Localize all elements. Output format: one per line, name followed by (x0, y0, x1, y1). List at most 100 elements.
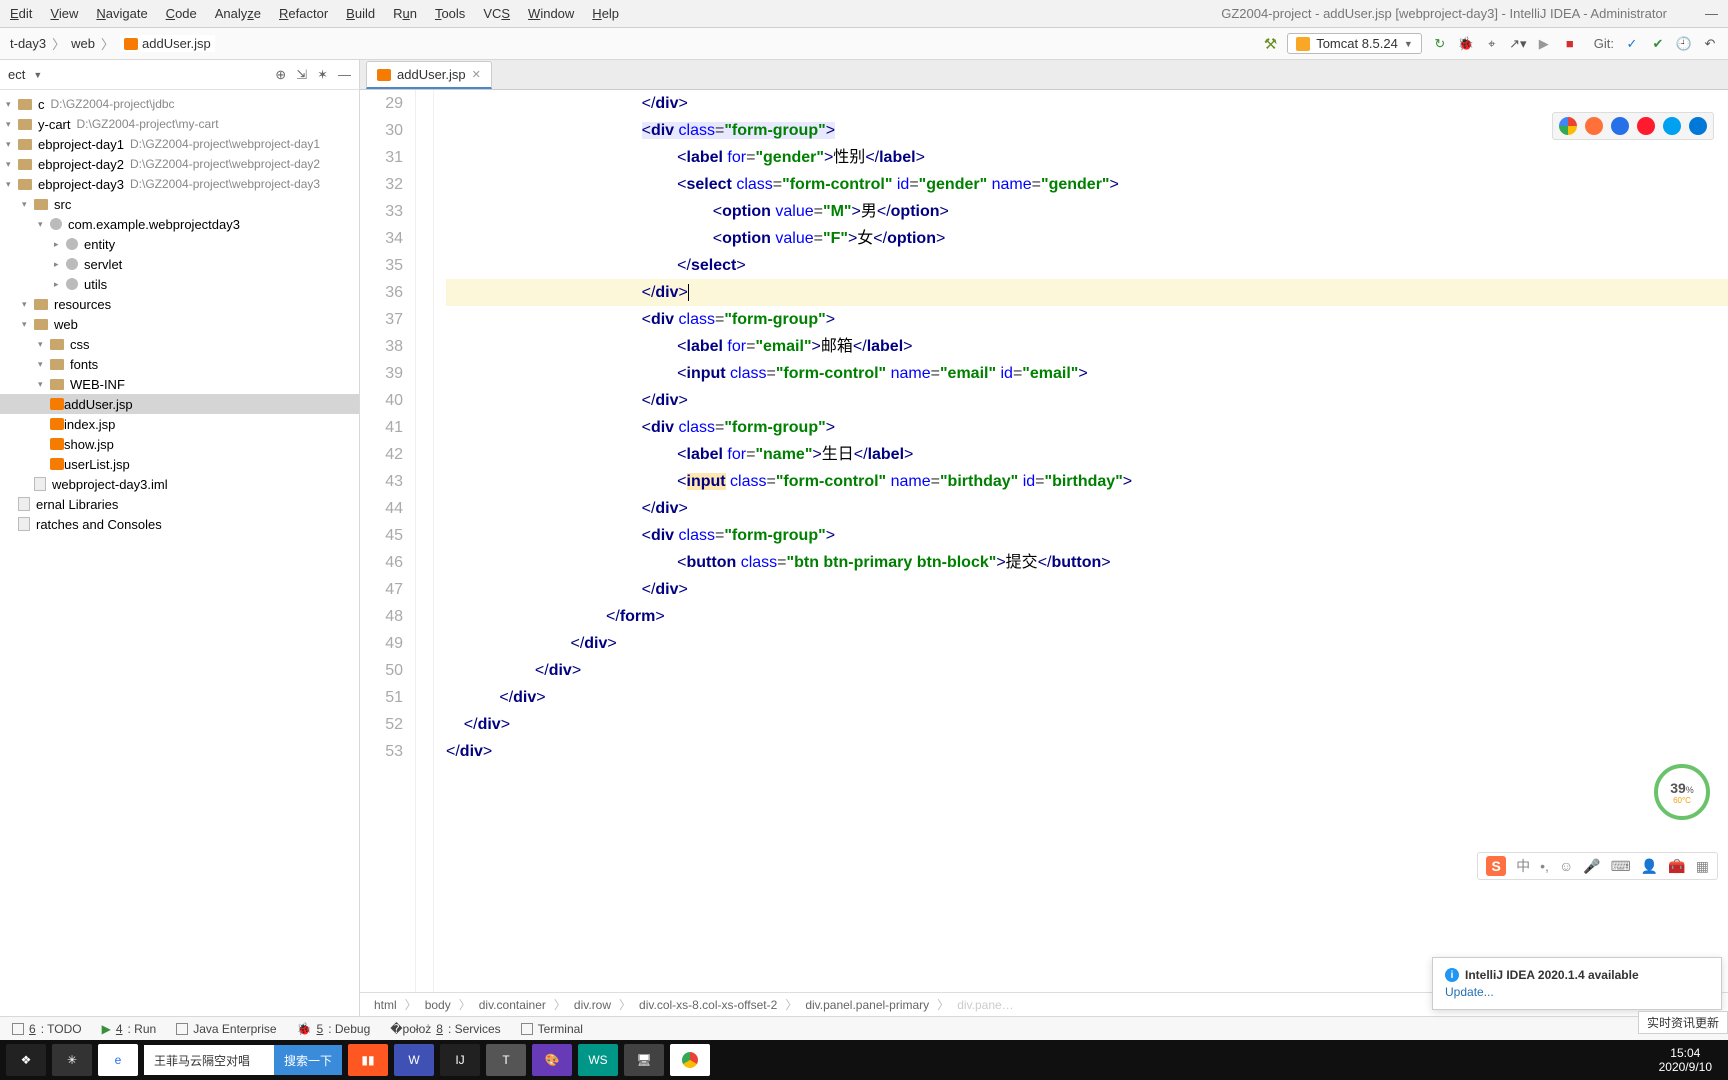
crumb-panel[interactable]: div.panel.panel-primary (805, 998, 929, 1012)
tab-adduser[interactable]: addUser.jsp ✕ (366, 61, 492, 89)
menu-run[interactable]: Run (393, 6, 417, 21)
update-link[interactable]: Update... (1445, 985, 1709, 999)
tree-item[interactable]: index.jsp (0, 414, 359, 434)
debug-tool[interactable]: 🐞5: Debug (297, 1022, 371, 1036)
git-update-button[interactable]: ✓ (1624, 36, 1640, 52)
taskbar-search[interactable]: 王菲马云隔空对唱 搜索一下 (144, 1045, 342, 1075)
tree-item[interactable]: ▸entity (0, 234, 359, 254)
app-intellij[interactable]: IJ (440, 1044, 480, 1076)
app-monitor[interactable]: 🖥 (624, 1044, 664, 1076)
crumb-row[interactable]: div.row (574, 998, 611, 1012)
rerun-button[interactable]: ↻ (1432, 36, 1448, 52)
crumb-body[interactable]: body (425, 998, 451, 1012)
crumb-col[interactable]: div.col-xs-8.col-xs-offset-2 (639, 998, 777, 1012)
tree-item[interactable]: ▾fonts (0, 354, 359, 374)
menu-navigate[interactable]: Navigate (96, 6, 147, 21)
debug-button[interactable]: 🐞 (1458, 36, 1474, 52)
crumb-module[interactable]: t-day3 (10, 36, 46, 51)
play-button[interactable]: ▶ (1536, 36, 1552, 52)
javaee-tool[interactable]: Java Enterprise (176, 1022, 276, 1036)
app-ie[interactable]: e (98, 1044, 138, 1076)
ime-toolbar[interactable]: S 中 •, ☺ 🎤 ⌨ 👤 🧰 ▦ (1477, 852, 1718, 880)
tree-item[interactable]: addUser.jsp (0, 394, 359, 414)
ime-punct-icon[interactable]: •, (1540, 858, 1549, 874)
menu-view[interactable]: View (50, 6, 78, 21)
crumb-folder[interactable]: web (71, 36, 95, 51)
tree-item[interactable]: ▾com.example.webprojectday3 (0, 214, 359, 234)
app-text[interactable]: T (486, 1044, 526, 1076)
app-paint[interactable]: 🎨 (532, 1044, 572, 1076)
crumb-container[interactable]: div.container (479, 998, 546, 1012)
locate-icon[interactable]: ⊕ (275, 67, 286, 83)
crumb-html[interactable]: html (374, 998, 397, 1012)
tree-item[interactable]: ▾ebproject-day3D:\GZ2004-project\webproj… (0, 174, 359, 194)
ime-user-icon[interactable]: 👤 (1641, 858, 1658, 875)
crumb-file[interactable]: addUser.jsp (120, 35, 215, 52)
close-tab-button[interactable]: ✕ (472, 68, 481, 81)
crumb-more[interactable]: div.pane… (957, 998, 1013, 1012)
news-ticker[interactable]: 实时资讯更新 (1638, 1011, 1728, 1034)
menu-analyze[interactable]: Analyze (215, 6, 261, 21)
ime-tool-icon[interactable]: 🧰 (1668, 858, 1685, 875)
stop-button[interactable]: ■ (1562, 36, 1578, 52)
menu-vcs[interactable]: VCS (483, 6, 510, 21)
project-tree[interactable]: ▾cD:\GZ2004-project\jdbc▾y-cartD:\GZ2004… (0, 90, 359, 1016)
services-tool[interactable]: �położ 8: Services (390, 1022, 500, 1036)
tree-item[interactable]: ratches and Consoles (0, 514, 359, 534)
menu-build[interactable]: Build (346, 6, 375, 21)
project-view-selector[interactable]: ect (8, 67, 25, 82)
menu-edit[interactable]: Edit (10, 6, 32, 21)
app-1[interactable]: ▮▮ (348, 1044, 388, 1076)
menu-window[interactable]: Window (528, 6, 574, 21)
tree-item[interactable]: userList.jsp (0, 454, 359, 474)
git-commit-button[interactable]: ✔ (1650, 36, 1666, 52)
run-configuration-dropdown[interactable]: Tomcat 8.5.24 ▼ (1287, 33, 1422, 54)
tree-item[interactable]: ▾y-cartD:\GZ2004-project\my-cart (0, 114, 359, 134)
todo-tool[interactable]: 6: TODO (12, 1022, 82, 1036)
performance-widget[interactable]: 39% 60°C (1654, 764, 1710, 820)
app-webstorm[interactable]: WS (578, 1044, 618, 1076)
minimize-button[interactable]: — (1705, 6, 1718, 21)
tree-item[interactable]: ▾web (0, 314, 359, 334)
search-go-button[interactable]: 搜索一下 (274, 1045, 342, 1075)
tree-item[interactable]: ▾ebproject-day1D:\GZ2004-project\webproj… (0, 134, 359, 154)
run-tool[interactable]: ▶4: Run (102, 1022, 157, 1036)
ime-grid-icon[interactable]: ▦ (1696, 858, 1709, 875)
tree-item[interactable]: ▸servlet (0, 254, 359, 274)
tree-item[interactable]: ▸utils (0, 274, 359, 294)
menu-help[interactable]: Help (592, 6, 619, 21)
git-history-button[interactable]: 🕘 (1676, 36, 1692, 52)
app-360[interactable]: ✳ (52, 1044, 92, 1076)
build-button[interactable]: ⚒ (1264, 35, 1277, 53)
menu-refactor[interactable]: Refactor (279, 6, 328, 21)
tree-item[interactable]: ▾ebproject-day2D:\GZ2004-project\webproj… (0, 154, 359, 174)
more-run-button[interactable]: ↗▾ (1510, 36, 1526, 52)
app-word[interactable]: W (394, 1044, 434, 1076)
tree-item[interactable]: ▾src (0, 194, 359, 214)
tree-item[interactable]: ▾css (0, 334, 359, 354)
sogou-icon[interactable]: S (1486, 856, 1506, 876)
terminal-tool[interactable]: Terminal (521, 1022, 583, 1036)
update-notification[interactable]: iIntelliJ IDEA 2020.1.4 available Update… (1432, 957, 1722, 1010)
ime-keyboard-icon[interactable]: ⌨ (1611, 858, 1631, 875)
start-button[interactable]: ❖ (6, 1044, 46, 1076)
settings-icon[interactable]: ✶ (317, 67, 328, 83)
ime-emoji-icon[interactable]: ☺ (1559, 858, 1573, 874)
menu-code[interactable]: Code (166, 6, 197, 21)
ime-lang[interactable]: 中 (1516, 856, 1530, 876)
tree-item[interactable]: ▾cD:\GZ2004-project\jdbc (0, 94, 359, 114)
menu-tools[interactable]: Tools (435, 6, 465, 21)
collapse-icon[interactable]: ⇲ (296, 67, 307, 83)
ime-voice-icon[interactable]: 🎤 (1583, 858, 1600, 875)
fold-strip[interactable] (416, 90, 434, 992)
app-chrome[interactable] (670, 1044, 710, 1076)
taskbar-clock[interactable]: 15:04 2020/9/10 (1659, 1046, 1722, 1074)
run-target-button[interactable]: ⌖ (1484, 36, 1500, 52)
git-revert-button[interactable]: ↶ (1702, 36, 1718, 52)
tree-item[interactable]: ernal Libraries (0, 494, 359, 514)
tree-item[interactable]: show.jsp (0, 434, 359, 454)
tree-item[interactable]: webproject-day3.iml (0, 474, 359, 494)
tree-item[interactable]: ▾resources (0, 294, 359, 314)
hide-icon[interactable]: — (338, 67, 351, 83)
tree-item[interactable]: ▾WEB-INF (0, 374, 359, 394)
